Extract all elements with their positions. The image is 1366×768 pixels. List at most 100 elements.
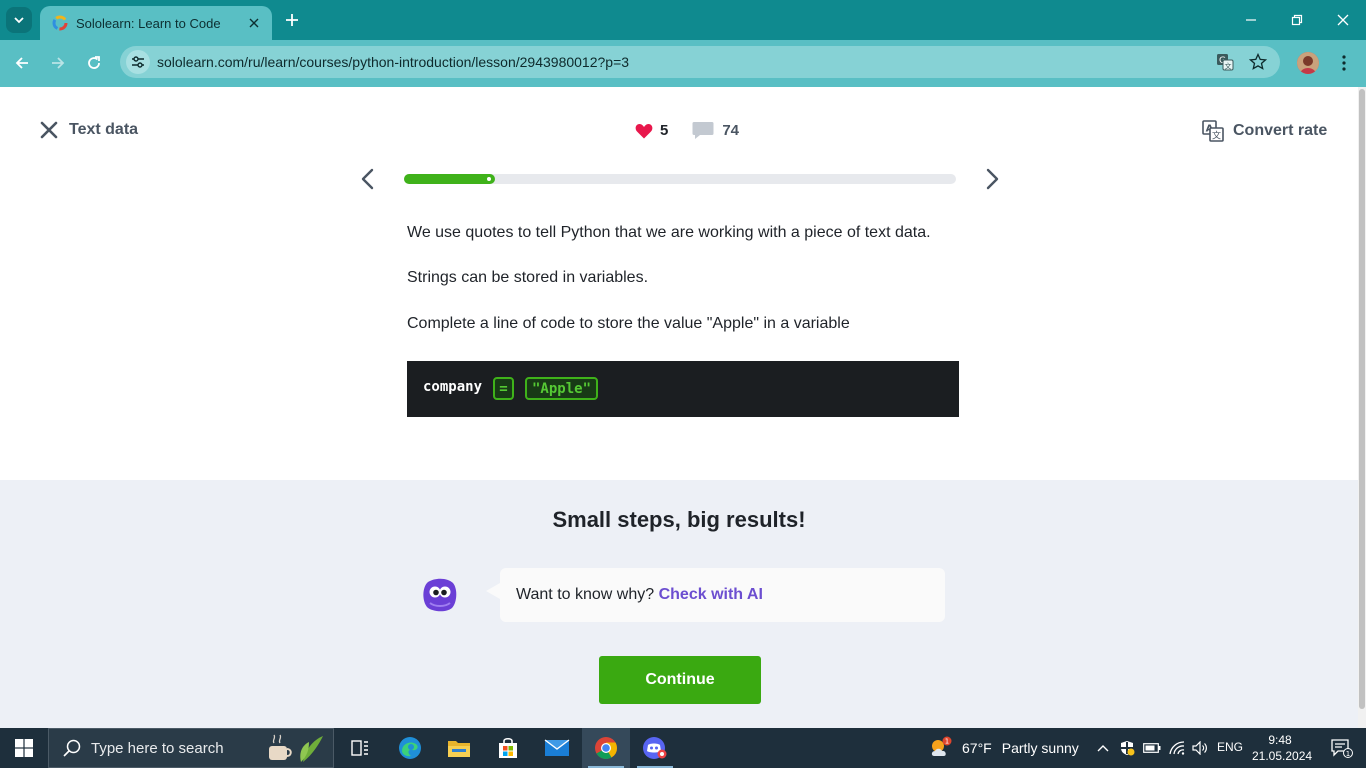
wifi-icon [1169, 741, 1185, 755]
taskbar-store[interactable] [484, 728, 532, 768]
url-text: sololearn.com/ru/learn/courses/python-in… [157, 54, 630, 70]
taskbar-chrome[interactable] [582, 728, 630, 768]
minimize-button[interactable] [1228, 0, 1274, 40]
lesson-title: Text data [69, 121, 139, 138]
taskbar-file-explorer[interactable] [435, 728, 483, 768]
close-lesson-button[interactable]: Text data [40, 121, 138, 139]
weather-temperature: 67°F [962, 740, 992, 756]
restore-button[interactable] [1274, 0, 1320, 40]
lesson-paragraph: Complete a line of code to store the val… [407, 315, 850, 332]
site-info-button[interactable] [126, 50, 150, 74]
lesson-paragraph: Strings can be stored in variables. [407, 269, 649, 286]
search-highlight-tea-icon [269, 734, 323, 762]
weather-widget[interactable]: 1 67°F Partly sunny [928, 728, 1079, 768]
browser-tab-active[interactable]: Sololearn: Learn to Code [40, 6, 272, 40]
security-tray-button[interactable] [1117, 728, 1137, 768]
clock-date: 21.05.2024 [1252, 749, 1313, 763]
windows-taskbar: Type here to search 1 67°F Partly sunny [0, 728, 1366, 768]
code-block: company = "Apple" [407, 361, 959, 417]
restore-icon [1291, 14, 1303, 26]
translate-page-button[interactable]: G文 [1215, 52, 1235, 72]
feedback-panel: Small steps, big results! Want to know w… [0, 480, 1358, 728]
battery-tray-button[interactable] [1141, 728, 1163, 768]
speech-bubble-tail [486, 583, 500, 599]
comment-icon[interactable] [692, 121, 714, 140]
start-button[interactable] [0, 728, 48, 768]
feedback-headline: Small steps, big results! [552, 507, 806, 532]
reload-icon [88, 56, 100, 69]
show-hidden-icons-button[interactable] [1094, 728, 1112, 768]
weather-badge: 1 [945, 738, 949, 746]
ai-explain-card: Want to know why? Check with AI [486, 568, 945, 622]
address-bar[interactable]: sololearn.com/ru/learn/courses/python-in… [120, 46, 1280, 78]
folder-icon [448, 741, 470, 757]
tab-strip: Sololearn: Learn to Code [0, 0, 1366, 40]
taskbar-mail[interactable] [533, 728, 581, 768]
bookmark-button[interactable] [1248, 52, 1268, 72]
new-tab-button[interactable] [282, 10, 302, 30]
close-icon [40, 121, 58, 139]
profile-avatar[interactable] [1297, 52, 1319, 74]
page-scrollbar[interactable] [1358, 87, 1366, 728]
lesson-paragraph: We use quotes to tell Python that we are… [407, 224, 931, 241]
ai-prompt: Want to know why? [516, 586, 655, 603]
heart-icon[interactable] [635, 123, 653, 139]
input-language-indicator[interactable]: ENG [1217, 740, 1243, 754]
svg-text:文: 文 [1212, 130, 1221, 142]
translate-label: Convert rate [1233, 122, 1328, 139]
action-center-button[interactable]: 1 [1322, 728, 1362, 768]
weather-description: Partly sunny [1001, 740, 1079, 756]
translate-lesson-button[interactable]: A文 Convert rate [1202, 120, 1327, 142]
next-page-arrow-icon[interactable] [982, 167, 1002, 191]
shield-warning-icon [1121, 741, 1135, 756]
google-translate-icon: G文 [1217, 54, 1234, 71]
back-button[interactable] [9, 50, 35, 76]
avatar-icon [1297, 52, 1319, 74]
translate-icon: A文 [1202, 120, 1224, 142]
code-answer-slot-value[interactable]: "Apple" [525, 377, 599, 400]
task-view-icon [351, 740, 368, 756]
sololearn-favicon-icon [52, 15, 68, 31]
speaker-icon [1192, 741, 1207, 755]
progress-knob [485, 175, 493, 183]
minimize-icon [1246, 19, 1256, 21]
network-tray-button[interactable] [1166, 728, 1188, 768]
ai-mascot-icon [423, 578, 457, 612]
volume-tray-button[interactable] [1189, 728, 1211, 768]
task-view-button[interactable] [336, 728, 384, 768]
lesson-progress-bar [404, 174, 956, 184]
forward-button[interactable] [45, 50, 71, 76]
code-answer-slot-operator[interactable]: = [493, 377, 514, 400]
previous-page-arrow-icon[interactable] [358, 167, 378, 191]
tab-search-button[interactable] [6, 7, 32, 33]
discord-icon [643, 737, 667, 759]
notification-count: 1 [1346, 750, 1350, 758]
chevron-down-icon [14, 17, 24, 24]
continue-button[interactable]: Continue [599, 656, 761, 704]
comments-count[interactable]: 74 [722, 122, 739, 139]
reload-button[interactable] [81, 50, 107, 76]
edge-browser-icon [399, 737, 421, 759]
store-icon [499, 737, 517, 758]
close-icon [249, 18, 259, 28]
browser-menu-button[interactable] [1334, 52, 1354, 74]
arrow-right-icon [52, 57, 65, 69]
taskbar-edge[interactable] [386, 728, 434, 768]
taskbar-search-box[interactable]: Type here to search [48, 728, 334, 768]
tune-icon [132, 56, 144, 68]
likes-count: 5 [660, 122, 669, 139]
taskbar-clock[interactable]: 9:48 21.05.2024 [1252, 732, 1313, 764]
chrome-icon [595, 737, 617, 759]
check-with-ai-link[interactable]: Check with AI [659, 586, 763, 603]
ai-explain-text: Want to know why? Check with AI [516, 586, 763, 604]
clock-time: 9:48 [1268, 733, 1292, 747]
scrollbar-thumb[interactable] [1359, 89, 1365, 709]
windows-logo-icon [15, 739, 33, 757]
chevron-up-icon [1097, 745, 1109, 752]
tab-close-button[interactable] [246, 15, 262, 31]
close-window-button[interactable] [1320, 0, 1366, 40]
taskbar-discord[interactable] [631, 728, 679, 768]
progress-fill [404, 174, 495, 184]
battery-icon [1143, 743, 1161, 753]
search-icon [63, 739, 81, 757]
